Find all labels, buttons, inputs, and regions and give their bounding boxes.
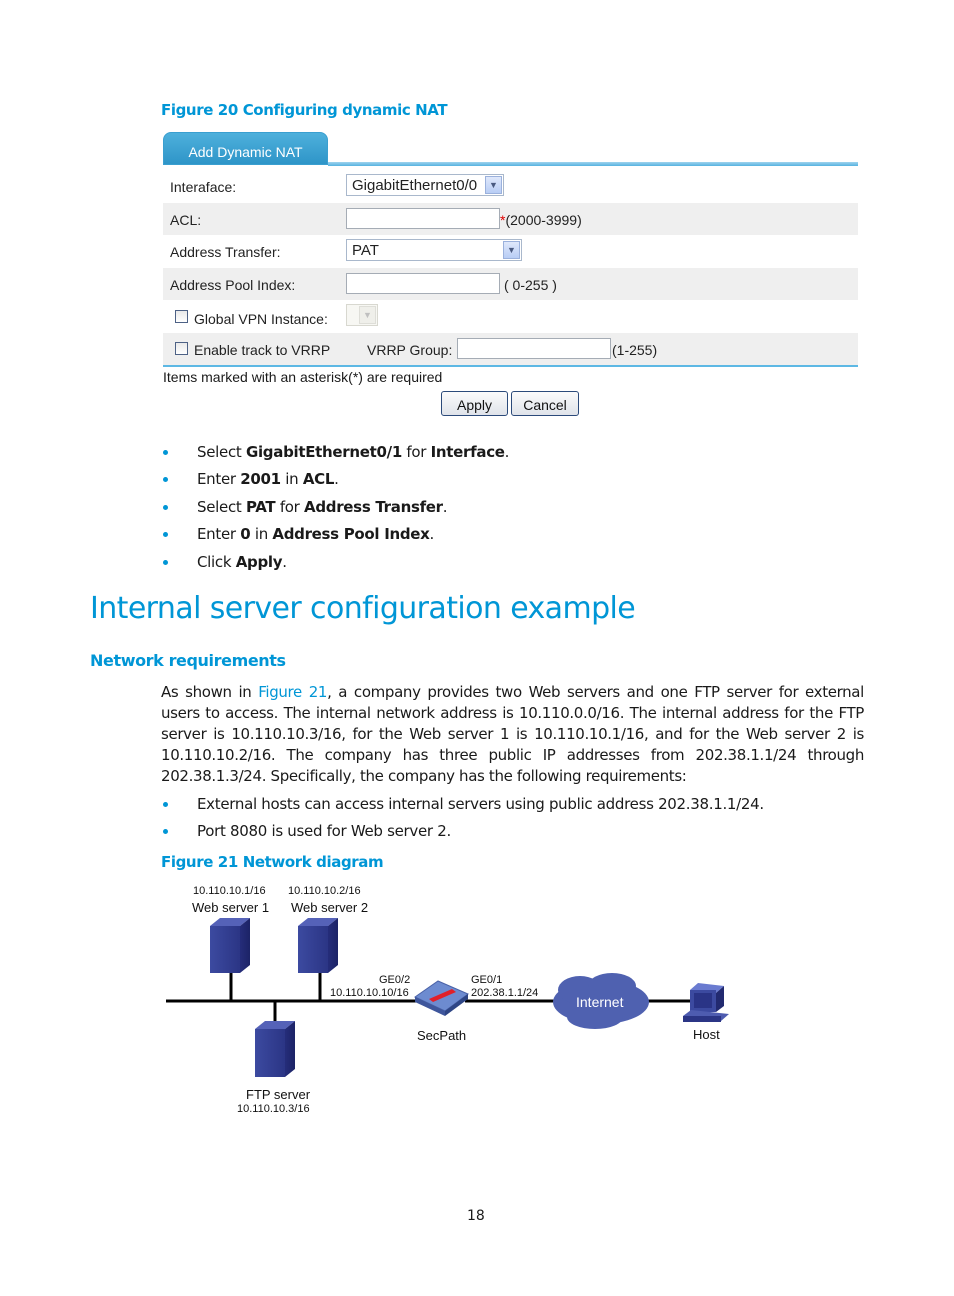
secpath-outside-ip: 202.38.1.1/24 — [471, 987, 539, 999]
ftp-name-label: FTP server — [246, 1087, 311, 1102]
secpath-outside-interface: GE0/1 — [471, 974, 503, 986]
secpath-firewall-icon — [414, 980, 469, 1016]
web2-ip-label: 10.110.10.2/16 — [288, 885, 361, 897]
web-server-1-icon — [210, 918, 250, 973]
secpath-inside-interface: GE0/2 — [379, 974, 411, 986]
ftp-ip-label: 10.110.10.3/16 — [237, 1103, 310, 1115]
internet-label: Internet — [576, 994, 624, 1010]
secpath-name-label: SecPath — [417, 1028, 467, 1043]
web1-ip-label: 10.110.10.1/16 — [193, 885, 266, 897]
web2-name-label: Web server 2 — [291, 900, 369, 915]
web-server-2-icon — [298, 918, 338, 973]
host-label: Host — [693, 1027, 720, 1042]
web1-name-label: Web server 1 — [192, 900, 270, 915]
page-number: 18 — [467, 1208, 485, 1224]
secpath-inside-ip: 10.110.10.10/16 — [330, 987, 409, 999]
network-diagram — [166, 918, 729, 1077]
ftp-server-icon — [255, 1021, 295, 1077]
